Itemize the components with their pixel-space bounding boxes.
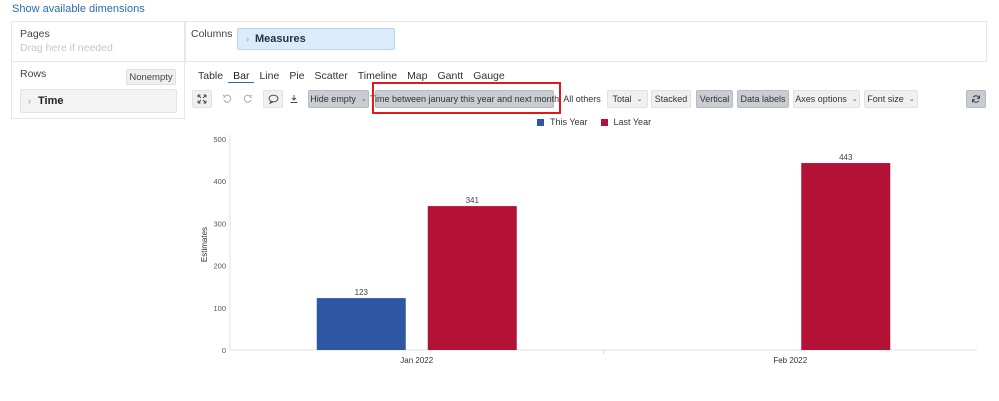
bar-last-year bbox=[427, 206, 517, 350]
bar-this-year bbox=[316, 298, 406, 350]
bar-last-year bbox=[801, 163, 891, 350]
y-tick-label: 400 bbox=[213, 177, 226, 186]
y-axis-title: Estimates bbox=[200, 227, 209, 262]
y-tick-label: 0 bbox=[222, 346, 226, 355]
x-tick-label: Jan 2022 bbox=[400, 356, 433, 365]
bar-chart: 0 100 200 300 400 500 Estimates Jan 2022 123 341 F… bbox=[200, 135, 977, 365]
y-tick-label: 500 bbox=[213, 135, 226, 144]
y-tick-label: 200 bbox=[213, 262, 226, 271]
data-label: 341 bbox=[466, 196, 480, 205]
y-tick-label: 100 bbox=[213, 304, 226, 313]
x-tick-label: Feb 2022 bbox=[773, 356, 807, 365]
data-label: 443 bbox=[839, 153, 853, 162]
data-label: 123 bbox=[355, 288, 369, 297]
y-tick-label: 300 bbox=[213, 219, 226, 228]
